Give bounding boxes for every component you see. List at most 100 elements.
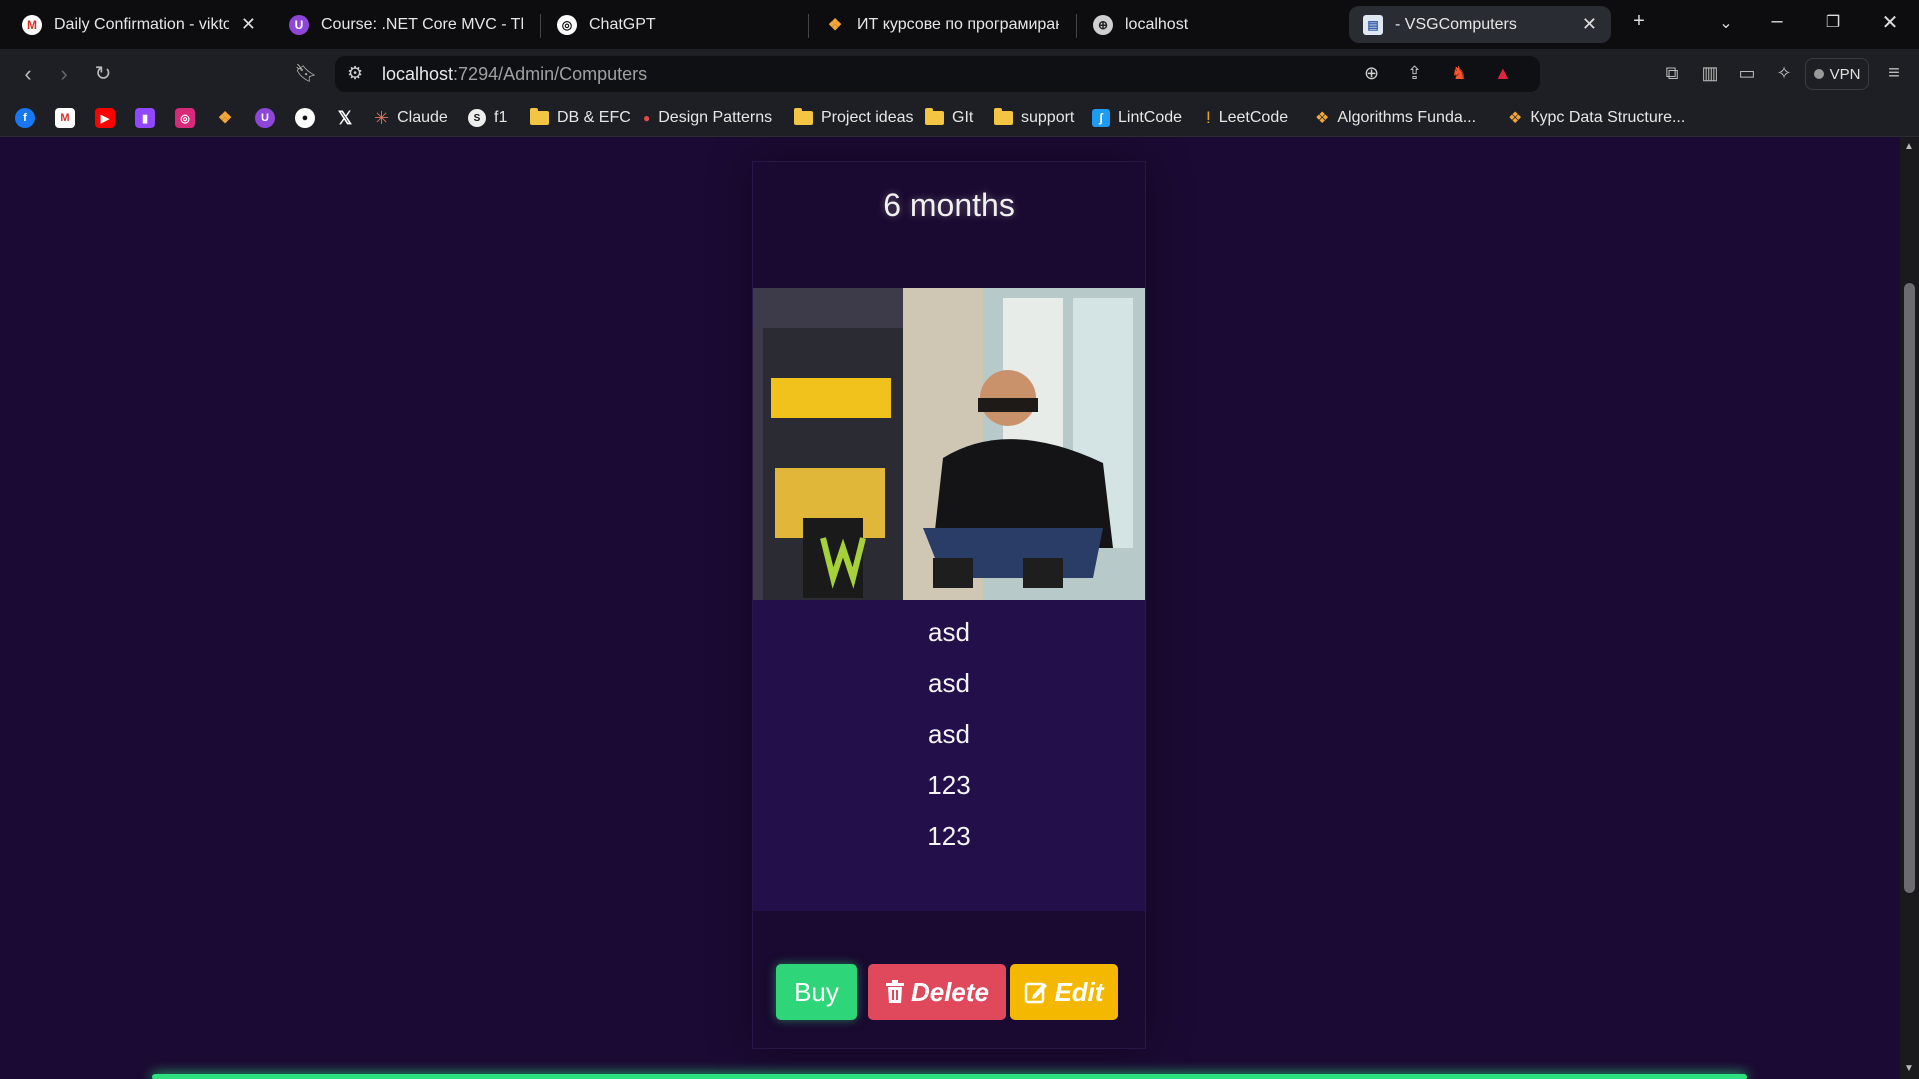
computer-image: [753, 288, 1145, 600]
bookmark-icon[interactable]: 🔖︎: [291, 63, 321, 84]
close-icon[interactable]: ✕: [241, 14, 256, 35]
scroll-thumb[interactable]: [1904, 283, 1915, 893]
bookmark-data-structures[interactable]: ❖ Курс Data Structure...: [1508, 107, 1685, 129]
bookmark-project-ideas[interactable]: Project ideas: [794, 107, 914, 129]
tab-title: ИТ курсове по програмиране: [857, 15, 1059, 33]
back-icon[interactable]: ‹: [13, 61, 43, 87]
leetcode-icon: ⵑ: [1206, 110, 1211, 127]
edit-icon: [1025, 982, 1048, 1004]
page-scrollbar[interactable]: ▲ ▼: [1900, 137, 1919, 1079]
tab-title: - VSGComputers: [1395, 15, 1517, 33]
spec-item: asd: [928, 668, 970, 698]
bookmark-label: GIt: [952, 109, 974, 126]
trash-icon: [885, 980, 904, 1003]
instagram-icon[interactable]: ◎: [175, 108, 195, 128]
url-host: localhost: [382, 64, 454, 84]
tab-strip: M Daily Confirmation - viktor ✕ U Course…: [0, 0, 1919, 49]
warranty-title: 6 months: [883, 187, 1015, 223]
delete-button[interactable]: Delete: [868, 964, 1006, 1020]
f1-icon: S: [468, 109, 486, 127]
bookmark-label: f1: [494, 109, 508, 126]
menu-icon[interactable]: ≡: [1879, 62, 1909, 85]
url-text[interactable]: localhost:7294/Admin/Computers: [382, 64, 647, 85]
tab-title: ChatGPT: [589, 15, 656, 33]
bookmark-label: LeetCode: [1218, 109, 1289, 126]
bookmark-lintcode[interactable]: ʃ LintCode: [1092, 107, 1182, 129]
bookmark-design-patterns[interactable]: ● Design Patterns: [643, 107, 772, 129]
wallet-icon[interactable]: ▭: [1732, 63, 1762, 84]
softuni-icon: ❖: [827, 16, 843, 34]
claude-icon: ✳: [374, 107, 390, 128]
brave-rewards-icon[interactable]: ▲: [1494, 63, 1512, 84]
new-tab-icon[interactable]: +: [1624, 10, 1654, 33]
scroll-up-icon[interactable]: ▲: [1904, 141, 1914, 152]
bookmark-label: Claude: [397, 109, 448, 126]
zoom-icon[interactable]: ⊕: [1364, 63, 1379, 84]
tab-vsgcomputers[interactable]: ▤ - VSGComputers ✕: [1349, 6, 1611, 43]
tab-gmail[interactable]: M Daily Confirmation - viktor ✕: [8, 6, 270, 43]
photo-illustration: [753, 288, 1145, 600]
facebook-icon[interactable]: f: [15, 108, 35, 128]
folder-icon: [794, 108, 813, 125]
udemy-icon[interactable]: U: [255, 108, 275, 128]
gmail-icon[interactable]: M: [55, 108, 75, 128]
vpn-label: VPN: [1829, 65, 1861, 83]
tab-chatgpt[interactable]: ◎ ChatGPT: [543, 6, 805, 43]
computer-card: 6 months asd asd asd 123 123 Buy Delete …: [752, 161, 1146, 1049]
minimize-icon[interactable]: –: [1762, 10, 1792, 33]
folder-icon: [994, 108, 1013, 125]
page-icon: ▤: [1363, 14, 1383, 35]
youtube-icon[interactable]: ▶: [95, 108, 115, 128]
chatgpt-icon: ◎: [557, 14, 577, 35]
softuni-icon[interactable]: ❖: [215, 108, 235, 128]
tab-separator: [808, 14, 809, 38]
bookmark-label: Курс Data Structure...: [1530, 109, 1686, 126]
globe-icon: ⊕: [1093, 14, 1113, 35]
twitch-icon[interactable]: ▮: [135, 108, 155, 128]
bookmark-db-efc[interactable]: DB & EFC: [530, 107, 631, 129]
site-settings-icon[interactable]: ⚙: [347, 63, 363, 84]
forward-icon[interactable]: ›: [49, 61, 79, 87]
leo-ai-icon[interactable]: ✧: [1769, 63, 1799, 84]
spec-item: asd: [928, 719, 970, 749]
scroll-down-icon[interactable]: ▼: [1904, 1063, 1914, 1074]
tab-title: Course: .NET Core MVC - The C: [321, 15, 523, 33]
bookmark-f1[interactable]: S f1: [468, 107, 507, 129]
bookmark-label: Algorithms Funda...: [1337, 109, 1477, 126]
extensions-icon[interactable]: ⧉: [1657, 63, 1687, 84]
tab-softuni[interactable]: ❖ ИТ курсове по програмиране: [811, 6, 1073, 43]
vpn-button[interactable]: VPN: [1805, 58, 1869, 90]
url-path: :7294/Admin/Computers: [453, 64, 648, 84]
tab-title: Daily Confirmation - viktor: [54, 15, 229, 33]
edit-button[interactable]: Edit: [1010, 964, 1118, 1020]
github-icon[interactable]: ●: [295, 108, 315, 128]
tab-udemy[interactable]: U Course: .NET Core MVC - The C: [275, 6, 537, 43]
reload-icon[interactable]: ↻: [88, 61, 118, 86]
delete-label: Delete: [910, 976, 990, 1007]
specs-list: asd asd asd 123 123: [753, 600, 1145, 911]
share-icon[interactable]: ⇪: [1407, 63, 1422, 84]
x-icon[interactable]: 𝕏: [335, 108, 355, 128]
tab-separator: [1076, 14, 1077, 38]
spec-item: asd: [928, 617, 970, 647]
bookmark-git[interactable]: GIt: [925, 107, 973, 129]
chevron-down-icon[interactable]: ⌄: [1711, 13, 1741, 33]
bookmark-algorithms[interactable]: ❖ Algorithms Funda...: [1315, 107, 1476, 129]
bookmark-label: Design Patterns: [658, 109, 773, 126]
tab-localhost[interactable]: ⊕ localhost: [1079, 6, 1341, 43]
bookmark-label: support: [1021, 109, 1075, 126]
address-bar[interactable]: ⚙ localhost:7294/Admin/Computers ⊕ ⇪ ♞ ▲: [335, 56, 1540, 92]
sidebar-icon[interactable]: ▥: [1695, 63, 1725, 84]
buy-button[interactable]: Buy: [776, 964, 857, 1020]
close-icon[interactable]: ✕: [1582, 14, 1597, 35]
brave-shields-icon[interactable]: ♞: [1451, 63, 1467, 84]
restore-icon[interactable]: ❐: [1818, 12, 1848, 32]
bookmark-support[interactable]: support: [994, 107, 1074, 129]
bookmarks-bar: f M ▶ ▮ ◎ ❖ U ● 𝕏 ✳ Claude S f1 DB & EFC…: [0, 99, 1919, 137]
bookmark-leetcode[interactable]: ⵑ LeetCode: [1206, 107, 1288, 129]
lintcode-icon: ʃ: [1092, 109, 1110, 127]
spec-item: 123: [927, 770, 971, 800]
close-window-icon[interactable]: ✕: [1875, 10, 1905, 35]
design-patterns-icon: ●: [643, 111, 651, 125]
bookmark-claude[interactable]: ✳ Claude: [374, 107, 448, 129]
